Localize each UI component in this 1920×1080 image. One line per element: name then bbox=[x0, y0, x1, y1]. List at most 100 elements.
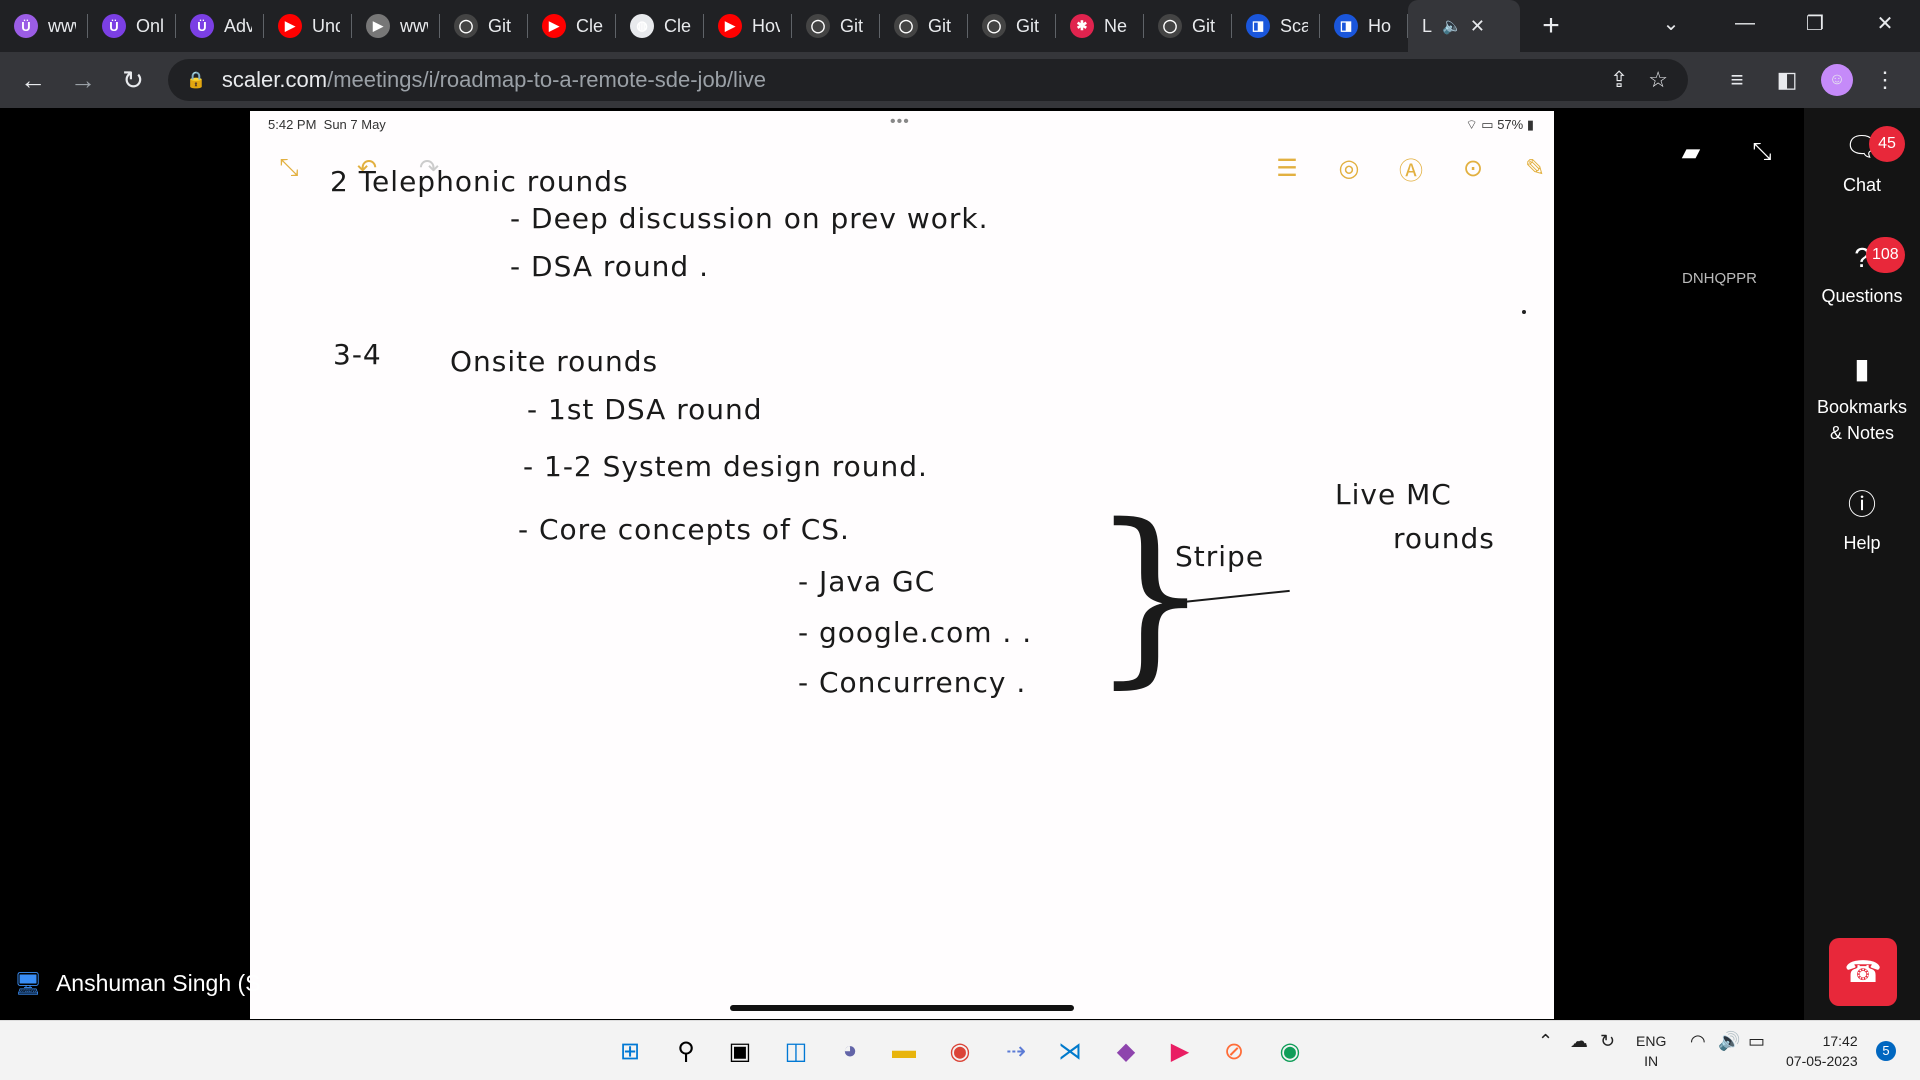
ipad-battery: ⌔ ▭ 57% ▮ bbox=[1465, 117, 1534, 132]
chrome-profile-icon[interactable]: ◉ bbox=[1272, 1033, 1308, 1069]
bookmarks-button[interactable]: ▮ Bookmarks & Notes bbox=[1804, 353, 1920, 446]
close-tab-icon[interactable]: ✕ bbox=[1470, 16, 1485, 37]
widgets-icon[interactable]: ◫ bbox=[778, 1033, 814, 1069]
new-tab-button[interactable]: + bbox=[1526, 0, 1576, 52]
chat-count-badge: 45 bbox=[1869, 126, 1905, 162]
note-line: - 1-2 System design round. bbox=[523, 450, 928, 483]
browser-tab[interactable]: ▶ Und bbox=[264, 0, 352, 52]
volume-icon[interactable]: 🔊 bbox=[1718, 1031, 1740, 1051]
tab-title: Cle bbox=[576, 15, 604, 36]
battery-icon[interactable]: ▭ bbox=[1748, 1031, 1765, 1051]
task-view-icon[interactable]: ▣ bbox=[722, 1033, 758, 1069]
share-icon[interactable]: ⇪ bbox=[1610, 67, 1628, 93]
tray-chevron-icon[interactable]: ⌃ bbox=[1538, 1031, 1553, 1051]
browser-tab[interactable]: ▶ Cle bbox=[528, 0, 616, 52]
bookmark-icon: ▮ bbox=[1854, 353, 1870, 384]
presenter-label: 🖥 Anshuman Singh (S bbox=[14, 970, 261, 997]
tab-title: Sca bbox=[1280, 15, 1308, 36]
browser-tab[interactable]: ◯ Git bbox=[880, 0, 968, 52]
chrome-icon[interactable]: ◉ bbox=[942, 1033, 978, 1069]
url-path: /meetings/i/roadmap-to-a-remote-sde-job/… bbox=[327, 67, 767, 92]
lock-icon[interactable]: 🔒 bbox=[186, 70, 206, 90]
tab-title: Git bbox=[1192, 15, 1216, 36]
browser-tab[interactable]: ◯ Git bbox=[440, 0, 528, 52]
youtube-icon: ▶ bbox=[718, 14, 742, 38]
clock[interactable]: 17:42 07-05-2023 bbox=[1786, 1031, 1858, 1071]
ipad-status-bar: 5:42 PM Sun 7 May ••• ⌔ ▭ 57% ▮ bbox=[250, 111, 1554, 137]
tab-title: Git bbox=[840, 15, 864, 36]
clock-time: 17:42 bbox=[1822, 1033, 1858, 1049]
browser-tab[interactable]: ◯ Git bbox=[792, 0, 880, 52]
browser-tab[interactable]: ◯ Git bbox=[968, 0, 1056, 52]
scaler-logo-icon: ◨ bbox=[1334, 14, 1358, 38]
start-icon[interactable]: ⊞ bbox=[612, 1033, 648, 1069]
browser-tab[interactable]: ◨ Sca bbox=[1232, 0, 1320, 52]
browser-tab[interactable]: Üwww bbox=[0, 0, 88, 52]
note-line: - Deep discussion on prev work. bbox=[510, 202, 989, 235]
wifi-icon[interactable]: ◠ bbox=[1690, 1031, 1706, 1051]
minimize-button[interactable]: — bbox=[1710, 0, 1780, 46]
reload-button[interactable]: ↻ bbox=[108, 52, 158, 108]
end-call-button[interactable]: ☎ bbox=[1829, 938, 1897, 1006]
video-off-icon[interactable]: ▰ bbox=[1671, 132, 1711, 172]
menu-icon[interactable]: ⋮ bbox=[1862, 52, 1908, 108]
compose-icon: ✎ bbox=[1524, 154, 1546, 182]
search-icon[interactable]: ⚲ bbox=[668, 1033, 704, 1069]
file-explorer-icon[interactable]: ▬ bbox=[886, 1033, 922, 1069]
browser-tab[interactable]: ✱ Ne bbox=[1056, 0, 1144, 52]
note-line: - DSA round . bbox=[510, 250, 710, 283]
ipad-home-indicator bbox=[730, 1005, 1074, 1011]
tab-title: www bbox=[400, 15, 428, 36]
teams-chat-icon[interactable]: ◕ bbox=[832, 1033, 868, 1069]
vscode-icon[interactable]: ⋊ bbox=[1052, 1033, 1088, 1069]
github-icon: ◯ bbox=[454, 14, 478, 38]
ipad-time: 5:42 PM Sun 7 May bbox=[268, 117, 386, 132]
power-automate-icon[interactable]: ⇢ bbox=[998, 1033, 1034, 1069]
nestjs-icon: ✱ bbox=[1070, 14, 1094, 38]
language-indicator[interactable]: ENG IN bbox=[1636, 1031, 1666, 1071]
forward-button[interactable]: → bbox=[58, 52, 108, 108]
media-control-icon[interactable]: ≡ bbox=[1714, 52, 1760, 108]
note-line: - 1st DSA round bbox=[527, 393, 763, 426]
bookmark-star-icon[interactable]: ☆ bbox=[1648, 67, 1668, 93]
restore-button[interactable]: ❐ bbox=[1780, 0, 1850, 46]
postman-icon[interactable]: ⊘ bbox=[1216, 1033, 1252, 1069]
tab-search-icon[interactable]: ⌄ bbox=[1636, 0, 1706, 46]
browser-tab[interactable]: ▶ www bbox=[352, 0, 440, 52]
tab-title: Onl bbox=[136, 15, 164, 36]
sync-icon[interactable]: ↻ bbox=[1600, 1031, 1615, 1051]
bookmarks-label: Bookmarks bbox=[1816, 397, 1908, 417]
active-tab[interactable]: L 🔈 ✕ bbox=[1408, 0, 1520, 52]
app-diamond-icon[interactable]: ◆ bbox=[1108, 1033, 1144, 1069]
note-line: 2 Telephonic rounds bbox=[330, 165, 629, 198]
browser-tab[interactable]: ▶ Hov bbox=[704, 0, 792, 52]
tab-title: Adv bbox=[224, 15, 252, 36]
browser-tab[interactable]: ◯ Git bbox=[1144, 0, 1232, 52]
markup-icon: Ⓐ bbox=[1399, 157, 1423, 185]
side-panel-icon[interactable]: ◧ bbox=[1764, 52, 1810, 108]
browser-tab[interactable]: ◨ Ho bbox=[1320, 0, 1408, 52]
camera-icon: ◎ bbox=[1338, 154, 1360, 182]
exit-fullscreen-icon[interactable]: ⤡ bbox=[1742, 132, 1782, 172]
browser-tab[interactable]: ◍ Cle bbox=[616, 0, 704, 52]
profile-avatar[interactable]: ☺ bbox=[1814, 52, 1860, 108]
tab-title: Cle bbox=[664, 15, 692, 36]
back-button[interactable]: ← bbox=[8, 52, 58, 108]
notification-badge[interactable]: 5 bbox=[1876, 1041, 1896, 1061]
media-app-icon[interactable]: ▶ bbox=[1162, 1033, 1198, 1069]
speaker-icon[interactable]: 🔈 bbox=[1442, 16, 1462, 36]
youtube-icon: ▶ bbox=[542, 14, 566, 38]
tab-title: Und bbox=[312, 15, 340, 36]
browser-tab[interactable]: Ü Onl bbox=[88, 0, 176, 52]
browser-tab[interactable]: Ü Adv bbox=[176, 0, 264, 52]
ipad-dots-icon: ••• bbox=[890, 113, 910, 130]
github-icon: ◯ bbox=[982, 14, 1006, 38]
note-line: - Core concepts of CS. bbox=[518, 513, 850, 546]
help-button[interactable]: ⓘ Help bbox=[1804, 491, 1920, 556]
scaler-logo-icon: ◨ bbox=[1246, 14, 1270, 38]
tab-title: Ho bbox=[1368, 15, 1392, 36]
note-line: - Java GC bbox=[798, 565, 936, 598]
onedrive-icon[interactable]: ☁ bbox=[1570, 1031, 1588, 1051]
address-bar[interactable]: 🔒 scaler.com/meetings/i/roadmap-to-a-rem… bbox=[168, 59, 1688, 101]
close-window-button[interactable]: ✕ bbox=[1850, 0, 1920, 46]
